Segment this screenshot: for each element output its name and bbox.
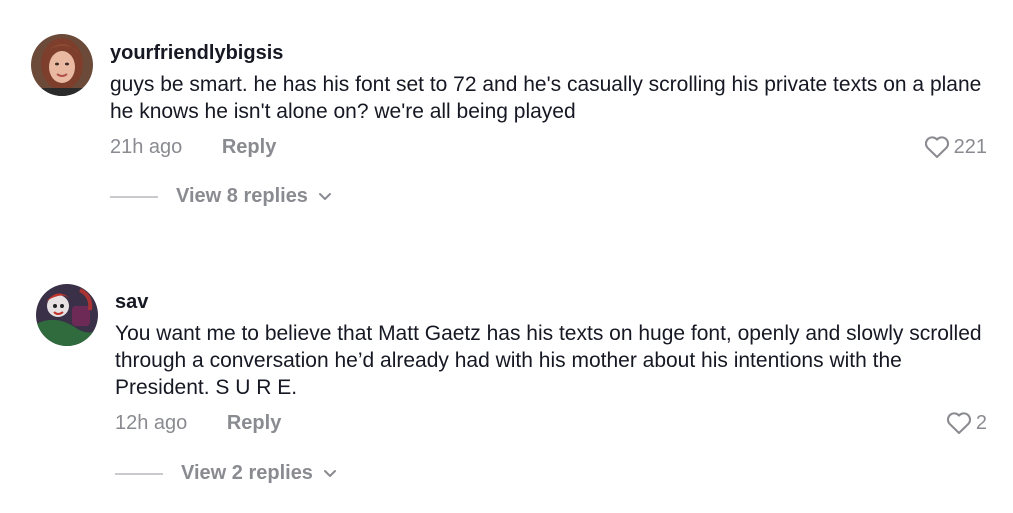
divider-line — [110, 195, 158, 198]
view-replies-button[interactable]: View 2 replies — [115, 462, 337, 485]
like-button[interactable]: 221 — [924, 133, 987, 161]
view-replies-button[interactable]: View 8 replies — [110, 185, 332, 208]
heart-icon — [924, 136, 949, 158]
reply-button[interactable]: Reply — [222, 133, 276, 161]
comment-text: guys be smart. he has his font set to 72… — [110, 73, 982, 123]
avatar[interactable] — [36, 284, 98, 346]
comment-timestamp: 12h ago — [115, 412, 188, 434]
comment-username[interactable]: sav — [115, 290, 987, 314]
avatar[interactable] — [31, 34, 93, 96]
like-button[interactable]: 2 — [946, 409, 987, 437]
view-replies-label: View 8 replies — [176, 185, 308, 207]
view-replies-label: View 2 replies — [181, 462, 313, 484]
chevron-down-icon — [318, 192, 331, 200]
comment-username[interactable]: yourfriendlybigsis — [110, 41, 987, 65]
comment-text: You want me to believe that Matt Gaetz h… — [115, 322, 982, 399]
divider-line — [115, 472, 163, 475]
heart-icon — [946, 412, 971, 434]
chevron-down-icon — [323, 469, 336, 477]
like-count: 2 — [975, 412, 987, 434]
like-count: 221 — [953, 136, 987, 158]
reply-button[interactable]: Reply — [227, 409, 281, 437]
comment-timestamp: 21h ago — [110, 136, 183, 158]
